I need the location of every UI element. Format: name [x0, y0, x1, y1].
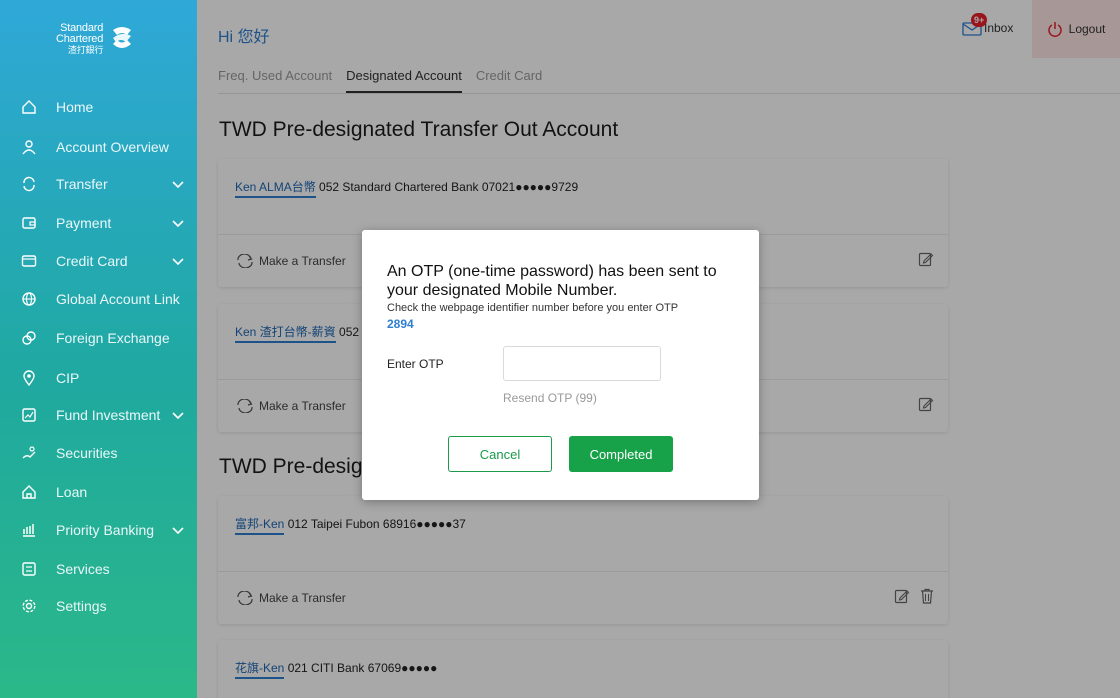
- sidebar-item-label: Fund Investment: [56, 407, 161, 423]
- sidebar-item-label: Account Overview: [56, 139, 169, 155]
- sidebar-item-credit-card[interactable]: Credit Card: [0, 246, 197, 276]
- house-icon: [19, 482, 39, 502]
- chevron-down-icon: [172, 522, 184, 538]
- sidebar-item-label: Services: [56, 561, 110, 577]
- sidebar-item-label: Global Account Link: [56, 291, 180, 307]
- sidebar-item-fund-investment[interactable]: Fund Investment: [0, 400, 197, 430]
- otp-label: Enter OTP: [387, 357, 444, 371]
- wallet-icon: [19, 213, 39, 233]
- brand-logo-text: Standard Chartered 渣打銀行: [56, 21, 104, 55]
- otp-dialog-subtitle: Check the webpage identifier number befo…: [387, 302, 679, 314]
- chevron-down-icon: [172, 176, 184, 192]
- exchange-icon: [19, 328, 39, 348]
- sidebar-item-label: Foreign Exchange: [56, 330, 170, 346]
- bank-icon: [19, 520, 39, 540]
- sidebar-item-priority-banking[interactable]: Priority Banking: [0, 515, 197, 545]
- chevron-down-icon: [172, 215, 184, 231]
- sidebar-item-cip[interactable]: CIP: [0, 363, 197, 393]
- location-icon: [19, 368, 39, 388]
- sidebar-item-label: Priority Banking: [56, 522, 155, 538]
- sidebar-item-payment[interactable]: Payment: [0, 208, 197, 238]
- chevron-down-icon: [172, 407, 184, 423]
- sidebar-item-loan[interactable]: Loan: [0, 477, 197, 507]
- credit-card-icon: [19, 251, 39, 271]
- person-icon: [19, 137, 39, 157]
- sidebar-item-account-overview[interactable]: Account Overview: [0, 132, 197, 162]
- webpage-identifier: 2894: [387, 317, 414, 331]
- brand-logo[interactable]: Standard Chartered 渣打銀行: [56, 14, 146, 64]
- chevron-down-icon: [172, 253, 184, 269]
- otp-dialog-title: An OTP (one-time password) has been sent…: [387, 263, 717, 299]
- sidebar-item-label: Home: [56, 99, 94, 115]
- gear-icon: [19, 596, 39, 616]
- sidebar-item-label: Transfer: [56, 176, 108, 192]
- otp-input[interactable]: [503, 346, 661, 381]
- chart-icon: [19, 405, 39, 425]
- completed-button[interactable]: Completed: [569, 436, 673, 472]
- sidebar-item-label: CIP: [56, 370, 80, 386]
- sidebar-item-transfer[interactable]: Transfer: [0, 169, 197, 199]
- sidebar-item-securities[interactable]: Securities: [0, 438, 197, 468]
- otp-dialog: An OTP (one-time password) has been sent…: [362, 230, 759, 500]
- sidebar: Standard Chartered 渣打銀行 Home Account Ove…: [0, 0, 197, 698]
- sidebar-item-label: Payment: [56, 215, 112, 231]
- sidebar-item-label: Settings: [56, 598, 107, 614]
- sidebar-item-services[interactable]: Services: [0, 554, 197, 584]
- resend-otp-link[interactable]: Resend OTP (99): [503, 391, 597, 405]
- sidebar-item-label: Securities: [56, 445, 118, 461]
- services-icon: [19, 559, 39, 579]
- sidebar-item-global-account-link[interactable]: Global Account Link: [0, 284, 197, 314]
- sidebar-item-label: Loan: [56, 484, 88, 500]
- sidebar-item-settings[interactable]: Settings: [0, 591, 197, 621]
- sidebar-item-home[interactable]: Home: [0, 92, 197, 122]
- transfer-icon: [19, 174, 39, 194]
- brand-mark-icon: [113, 27, 132, 48]
- sidebar-item-label: Credit Card: [56, 253, 128, 269]
- sidebar-item-foreign-exchange[interactable]: Foreign Exchange: [0, 323, 197, 353]
- globe-icon: [19, 289, 39, 309]
- cancel-button[interactable]: Cancel: [448, 436, 552, 472]
- home-icon: [19, 97, 39, 117]
- securities-icon: [19, 443, 39, 463]
